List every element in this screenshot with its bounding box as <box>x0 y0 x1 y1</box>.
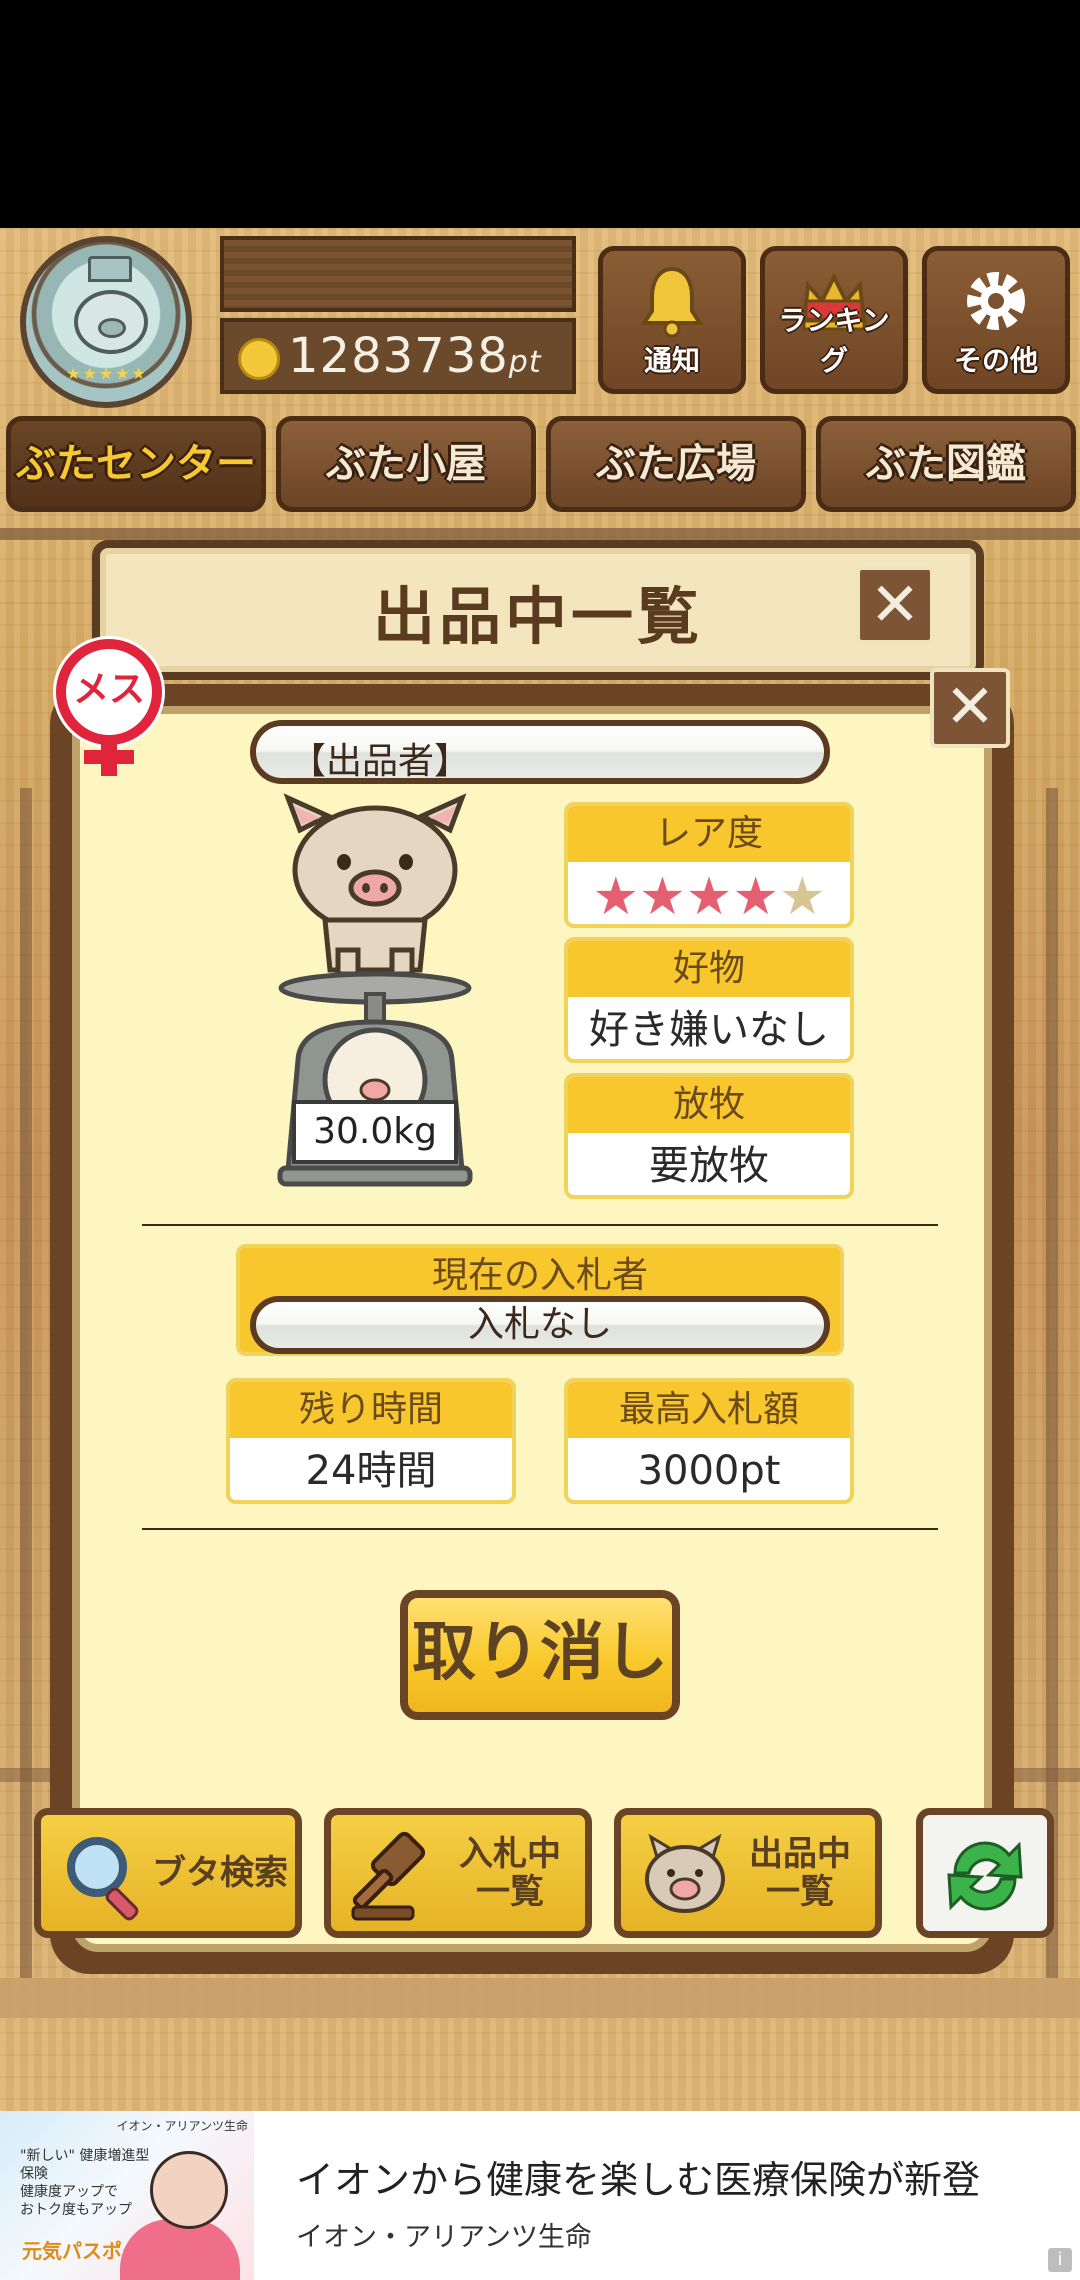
rarity-label: レア度 <box>568 806 850 862</box>
beam-decor <box>20 788 32 1978</box>
female-badge: メス <box>44 632 174 780</box>
floor-decor <box>0 1978 1080 2018</box>
refresh-icon <box>933 1827 1037 1923</box>
pig-search-button[interactable]: ブタ検索 <box>34 1808 302 1938</box>
close-icon: ✕ <box>944 672 996 742</box>
settings-label: その他 <box>953 344 1038 377</box>
rank-stars: ★★★★★ <box>66 364 148 383</box>
page-title: 出品中一覧 <box>372 580 703 653</box>
close-dialog-button[interactable]: ✕ <box>930 668 1010 748</box>
beam-decor <box>1046 788 1058 1978</box>
notification-button[interactable]: 通知 <box>598 246 746 394</box>
ad-title[interactable]: イオンから健康を楽しむ医療保険が新登 <box>296 2149 980 2204</box>
rarity-stars: ★★★★★ <box>592 867 826 927</box>
favorite-label: 好物 <box>568 941 850 997</box>
points-value: 1283738 <box>288 328 509 384</box>
grazing-value: 要放牧 <box>649 1143 769 1189</box>
ad-person-illustration <box>150 2151 228 2229</box>
rarity-card: レア度 ★★★★★ <box>564 802 854 928</box>
settings-button[interactable]: その他 <box>922 246 1070 394</box>
time-left-card: 残り時間 24時間 <box>226 1378 516 1504</box>
grazing-label: 放牧 <box>568 1077 850 1133</box>
ad-image-copy: "新しい" 健康増進型保険 健康度アップで おトク度もアップ <box>20 2148 150 2218</box>
beam-decor <box>0 528 1080 540</box>
cancel-listing-button[interactable]: 取り消し <box>400 1590 680 1720</box>
tab-buta-hiroba[interactable]: ぶた広場 <box>546 416 806 512</box>
ad-image[interactable]: イオン・アリアンツ生命 "新しい" 健康増進型保険 健康度アップで おトク度もア… <box>0 2111 254 2280</box>
ranking-label: ランキング <box>778 304 890 377</box>
grazing-card: 放牧 要放牧 <box>564 1073 854 1199</box>
points-display: 1283738pt <box>220 318 576 394</box>
time-left-value: 24時間 <box>305 1448 437 1494</box>
close-icon: ✕ <box>869 570 921 640</box>
seller-label: 【出品者】 <box>290 741 471 782</box>
gavel-icon <box>345 1827 445 1923</box>
bidding-list-button[interactable]: 入札中 一覧 <box>324 1808 592 1938</box>
points-unit: pt <box>508 345 542 380</box>
weight-display: 30.0kg <box>292 1100 458 1164</box>
current-bidder-value: 入札なし <box>250 1296 830 1354</box>
ad-banner[interactable]: イオン・アリアンツ生命 "新しい" 健康増進型保険 健康度アップで おトク度もア… <box>0 2111 1080 2280</box>
pig-icon <box>635 1827 735 1923</box>
crown-icon <box>88 256 132 282</box>
ad-info-icon[interactable]: i <box>1048 2248 1072 2272</box>
close-panel-button[interactable]: ✕ <box>856 566 934 644</box>
refresh-button[interactable] <box>916 1808 1054 1938</box>
seller-field: 【出品者】 <box>250 720 830 784</box>
favorite-value: 好き嫌いなし <box>589 1007 829 1053</box>
highest-bid-label: 最高入札額 <box>568 1382 850 1438</box>
time-left-label: 残り時間 <box>230 1382 512 1438</box>
ranking-button[interactable]: ランキング <box>760 246 908 394</box>
coin-icon <box>238 338 280 380</box>
tab-buta-zukan[interactable]: ぶた図鑑 <box>816 416 1076 512</box>
pig-face-icon <box>74 290 148 354</box>
divider <box>142 1224 938 1226</box>
favorite-food-card: 好物 好き嫌いなし <box>564 937 854 1063</box>
listing-title-panel: 出品中一覧 <box>92 540 984 680</box>
player-rank-medal[interactable]: ★★★★★ <box>20 236 192 408</box>
listing-list-button[interactable]: 出品中 一覧 <box>614 1808 882 1938</box>
divider <box>142 1528 938 1530</box>
magnifier-icon <box>55 1827 155 1923</box>
ad-sponsor[interactable]: イオン・アリアンツ生命 <box>296 2215 592 2254</box>
ad-image-brand: イオン・アリアンツ生命 <box>116 2119 248 2133</box>
player-name-bar <box>220 236 576 312</box>
gender-label: メス <box>72 669 145 710</box>
pig-search-label: ブタ検索 <box>152 1853 288 1893</box>
tab-buta-koya[interactable]: ぶた小屋 <box>276 416 536 512</box>
bidding-list-label: 入札中 一覧 <box>459 1834 561 1912</box>
notification-label: 通知 <box>643 344 700 377</box>
listing-list-label: 出品中 一覧 <box>749 1834 851 1912</box>
highest-bid-card: 最高入札額 3000pt <box>564 1378 854 1504</box>
tab-buta-center[interactable]: ぶたセンター <box>6 416 266 512</box>
highest-bid-value: 3000pt <box>637 1448 781 1494</box>
